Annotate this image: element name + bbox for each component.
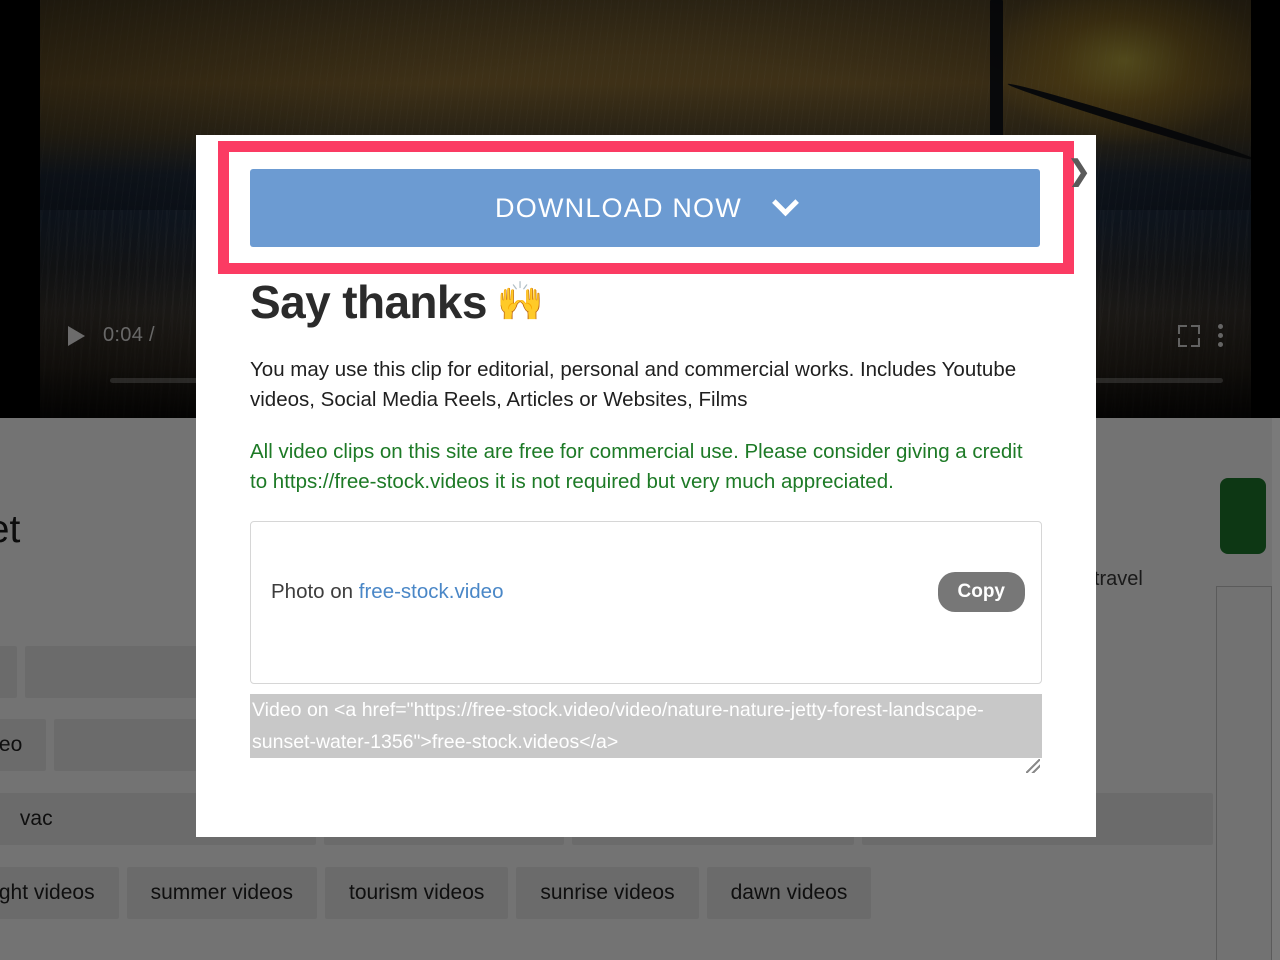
attribution-link[interactable]: free-stock.video [359,580,504,603]
embed-code-textarea[interactable]: Video on <a href="https://free-stock.vid… [250,694,1042,770]
screen: 0:04 / cape sunset andscape nature fo e … [0,0,1280,960]
download-now-label: DOWNLOAD NOW [495,192,742,223]
modal-body: Say thanks 🙌 You may use this clip for e… [250,275,1042,775]
copy-button[interactable]: Copy [937,572,1025,612]
commercial-use-notice: All video clips on this site are free fo… [250,440,1023,493]
attribution-box: Photo on free-stock.video Copy [250,521,1042,684]
attribution-prefix: Photo on [271,580,359,603]
usage-terms-text: You may use this clip for editorial, per… [250,358,1017,411]
say-thanks-heading: Say thanks 🙌 [250,275,1042,329]
attribution-text: Photo on free-stock.video [271,580,503,604]
embed-code-wrapper: Video on <a href="https://free-stock.vid… [250,694,1042,775]
close-icon[interactable]: ❯ [1064,157,1094,187]
download-modal: DOWNLOAD NOW ❯ Say thanks 🙌 You may use … [196,135,1096,837]
page-scrollbar[interactable] [1272,418,1280,960]
chevron-down-icon [772,188,799,216]
say-thanks-text: Say thanks [250,276,488,328]
download-now-button[interactable]: DOWNLOAD NOW [250,169,1040,247]
textarea-resize-handle[interactable] [1026,759,1040,773]
raising-hands-emoji-icon: 🙌 [496,281,544,323]
